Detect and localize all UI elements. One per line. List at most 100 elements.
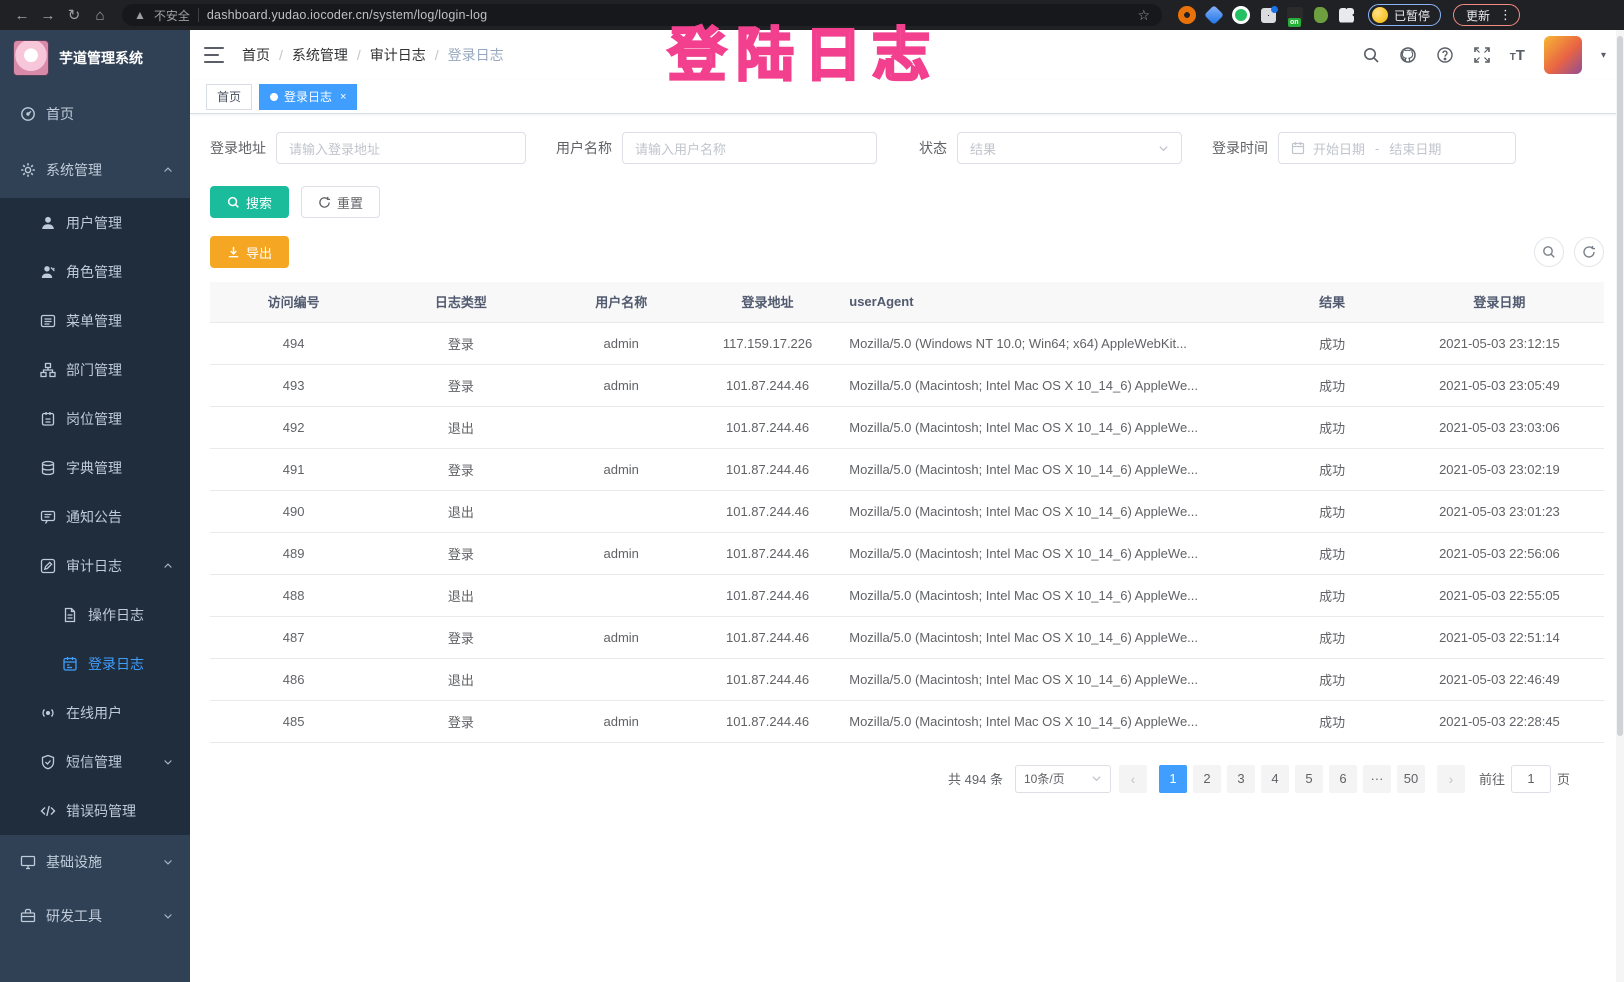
header-actions: TT ▾ [1362, 36, 1606, 74]
gear-icon [20, 162, 36, 178]
sidebar-item-infra[interactable]: 基础设施 [0, 835, 190, 889]
sidebar-item-home[interactable]: 首页 [0, 86, 190, 142]
sidebar-item-devtool[interactable]: 研发工具 [0, 889, 190, 943]
sidebar-item-dicts[interactable]: 字典管理 [0, 443, 190, 492]
close-tag-icon[interactable]: × [340, 91, 346, 103]
table-cell: 成功 [1269, 658, 1394, 700]
toggle-search-icon[interactable] [1534, 237, 1564, 267]
app-title: 芋道管理系统 [59, 48, 143, 68]
breadcrumb-item[interactable]: 系统管理 [292, 45, 348, 65]
tags-view-bar: 首页登录日志× [190, 80, 1624, 114]
page-scrollbar[interactable] [1616, 30, 1624, 982]
table-cell: 2021-05-03 22:51:14 [1395, 616, 1604, 658]
breadcrumb: 首页/系统管理/审计日志/登录日志 [242, 45, 504, 65]
sidebar-item-online[interactable]: 在线用户 [0, 688, 190, 737]
sidebar-item-depts[interactable]: 部门管理 [0, 345, 190, 394]
help-icon[interactable] [1436, 46, 1454, 64]
sidebar-item-login-log[interactable]: 登录日志 [0, 639, 190, 688]
sidebar-item-label: 字典管理 [66, 458, 122, 478]
table-toolbar: 导出 [210, 236, 1604, 268]
table-cell: Mozilla/5.0 (Macintosh; Intel Mac OS X 1… [837, 364, 1269, 406]
page-button-5[interactable]: 5 [1295, 765, 1323, 793]
sidebar-item-roles[interactable]: 角色管理 [0, 247, 190, 296]
browser-back-icon[interactable]: ← [10, 3, 34, 27]
refresh-table-icon[interactable] [1574, 237, 1604, 267]
chevron-up-icon [162, 164, 174, 176]
prev-page-button[interactable]: ‹ [1119, 765, 1147, 793]
table-cell: 退出 [377, 574, 544, 616]
reset-button[interactable]: 重置 [301, 186, 380, 218]
page-header: 首页/系统管理/审计日志/登录日志 TT ▾ [190, 30, 1624, 80]
table-cell: 成功 [1269, 364, 1394, 406]
page-button-50[interactable]: 50 [1397, 765, 1425, 793]
sidebar-item-audit[interactable]: 审计日志 [0, 541, 190, 590]
login-time-range-picker[interactable]: 开始日期 - 结束日期 [1278, 132, 1516, 164]
content: 登录地址 请输入登录地址 用户名称 请输入用户名称 状态 结果 [190, 114, 1624, 982]
orange-extension-icon[interactable] [1178, 6, 1196, 24]
breadcrumb-item[interactable]: 审计日志 [370, 45, 426, 65]
browser-update-button[interactable]: 更新 ⋮ [1453, 4, 1520, 26]
scrollbar-thumb[interactable] [1617, 36, 1623, 736]
export-button[interactable]: 导出 [210, 236, 289, 268]
breadcrumb-item[interactable]: 首页 [242, 45, 270, 65]
chevron-down-icon [162, 856, 174, 868]
table-header: 访问编号日志类型用户名称登录地址userAgent结果登录日期 [210, 282, 1604, 322]
github-icon[interactable] [1399, 46, 1417, 64]
tab-登录日志[interactable]: 登录日志× [259, 84, 357, 110]
bookmark-star-icon[interactable]: ☆ [1137, 7, 1150, 24]
puzzle-extension-icon[interactable] [1339, 8, 1354, 23]
sidebar-toggle-hamburger-icon[interactable] [204, 47, 224, 63]
notice-icon [40, 509, 56, 525]
app-logo-row[interactable]: 芋道管理系统 [0, 30, 190, 86]
profile-paused-chip[interactable]: 已暂停 [1368, 4, 1441, 26]
tampermonkey-extension-icon[interactable]: on [1287, 7, 1303, 23]
page-button-1[interactable]: 1 [1159, 765, 1187, 793]
app-logo-image [13, 40, 49, 76]
table-cell: admin [545, 532, 698, 574]
goto-page-input[interactable] [1511, 765, 1551, 793]
reset-refresh-icon [318, 196, 331, 209]
browser-forward-icon[interactable]: → [36, 3, 60, 27]
app-window: 芋道管理系统 首页系统管理用户管理角色管理菜单管理部门管理岗位管理字典管理通知公… [0, 30, 1624, 982]
page-size-select[interactable]: 10条/页 [1015, 765, 1111, 793]
table-cell: 487 [210, 616, 377, 658]
address-bar[interactable]: ▲ 不安全 dashboard.yudao.iocoder.cn/system/… [122, 4, 1162, 26]
sidebar-item-errcode[interactable]: 错误码管理 [0, 786, 190, 835]
status-select[interactable]: 结果 [957, 132, 1182, 164]
table-cell: 491 [210, 448, 377, 490]
leaf-extension-icon[interactable] [1314, 7, 1328, 23]
next-page-button[interactable]: › [1437, 765, 1465, 793]
active-tag-dot [270, 93, 278, 101]
username-input[interactable]: 请输入用户名称 [622, 132, 877, 164]
avatar-caret-down-icon[interactable]: ▾ [1601, 50, 1606, 61]
page-button-4[interactable]: 4 [1261, 765, 1289, 793]
search-icon[interactable] [1362, 46, 1380, 64]
tab-首页[interactable]: 首页 [206, 84, 252, 110]
browser-reload-icon[interactable]: ↻ [62, 3, 86, 27]
blue-gem-extension-icon[interactable] [1204, 5, 1224, 25]
user-avatar[interactable] [1544, 36, 1582, 74]
login-address-input[interactable]: 请输入登录地址 [276, 132, 526, 164]
sidebar-item-op-log[interactable]: 操作日志 [0, 590, 190, 639]
sidebar-item-posts[interactable]: 岗位管理 [0, 394, 190, 443]
font-size-icon[interactable]: TT [1510, 47, 1525, 64]
more-pages-button[interactable]: ··· [1363, 765, 1391, 793]
green-extension-icon[interactable] [1232, 6, 1250, 24]
browser-menu-kebab-icon[interactable]: ⋮ [1499, 7, 1512, 23]
page-button-3[interactable]: 3 [1227, 765, 1255, 793]
page-button-6[interactable]: 6 [1329, 765, 1357, 793]
sidebar-item-users[interactable]: 用户管理 [0, 198, 190, 247]
sidebar-item-menus[interactable]: 菜单管理 [0, 296, 190, 345]
login-address-placeholder: 请输入登录地址 [289, 139, 380, 158]
fullscreen-icon[interactable] [1473, 46, 1491, 64]
sidebar-item-sms[interactable]: 短信管理 [0, 737, 190, 786]
table-cell: Mozilla/5.0 (Macintosh; Intel Mac OS X 1… [837, 616, 1269, 658]
apps-grid-extension-icon[interactable] [1261, 8, 1276, 23]
sidebar-item-system[interactable]: 系统管理 [0, 142, 190, 198]
search-button[interactable]: 搜索 [210, 186, 289, 218]
table-cell: Mozilla/5.0 (Macintosh; Intel Mac OS X 1… [837, 490, 1269, 532]
browser-home-icon[interactable]: ⌂ [88, 3, 112, 27]
sidebar-item-notices[interactable]: 通知公告 [0, 492, 190, 541]
page-button-2[interactable]: 2 [1193, 765, 1221, 793]
table-cell: 退出 [377, 490, 544, 532]
